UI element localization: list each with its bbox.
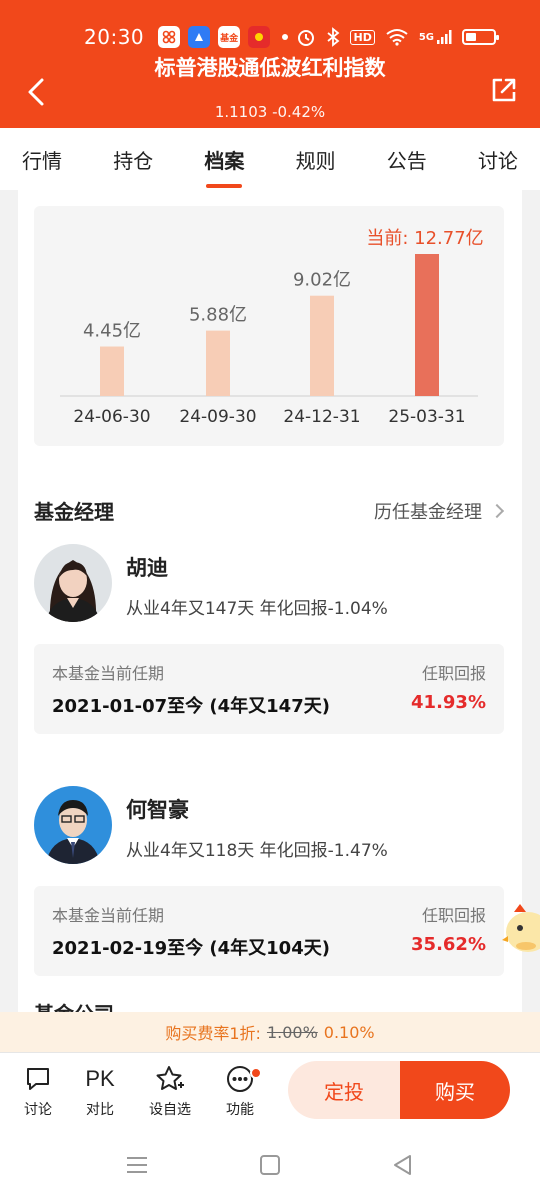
tab-rules[interactable]: 规则 bbox=[292, 139, 340, 180]
fund-size-chart-svg: 4.45亿 24-06-30 5.88亿 24-09-30 9.02亿 24-12-31 当… bbox=[60, 228, 484, 427]
history-managers-label: 历任基金经理 bbox=[374, 502, 482, 523]
fee-banner: 购买费率1折: 1.00% 0.10% bbox=[0, 1012, 540, 1052]
manager-experience: 从业4年又118天 年化回报-1.47% bbox=[126, 841, 388, 861]
fee-label: 购买费率1折: bbox=[165, 1024, 261, 1043]
mascot-float-icon[interactable] bbox=[500, 898, 540, 962]
compare-button[interactable]: PK 对比 bbox=[70, 1063, 130, 1119]
chart-bar bbox=[206, 330, 230, 396]
managers-section-title: 基金经理 bbox=[34, 500, 114, 524]
chart-value-label: 4.45亿 bbox=[83, 321, 141, 342]
discuss-label: 讨论 bbox=[24, 1102, 52, 1118]
manager-card[interactable]: 胡迪 从业4年又147天 年化回报-1.04% 本基金当前任期 2021-01-… bbox=[34, 544, 506, 734]
blue-app-icon bbox=[188, 26, 211, 48]
chevron-right-icon bbox=[489, 503, 505, 519]
cellular-signal-icon: 5G bbox=[419, 29, 452, 45]
fund-nav-change: 1.1103 -0.42% bbox=[214, 103, 326, 121]
tenure-period: 2021-01-07至今 (4年又147天) bbox=[52, 696, 330, 717]
share-button[interactable] bbox=[488, 74, 520, 106]
network-type: 5G bbox=[418, 31, 434, 43]
hd-icon: HD bbox=[350, 29, 375, 45]
home-nav-button[interactable] bbox=[255, 1150, 285, 1180]
functions-button[interactable]: 功能 bbox=[210, 1063, 270, 1119]
status-time: 20:30 bbox=[84, 25, 145, 49]
notification-badge bbox=[250, 1067, 262, 1079]
tab-profile[interactable]: 档案 bbox=[200, 139, 248, 180]
tenure-return-label: 任职回报 bbox=[421, 906, 486, 925]
auto-invest-button[interactable]: 定投 bbox=[288, 1061, 400, 1119]
manager-card[interactable]: 何智豪 从业4年又118天 年化回报-1.47% 本基金当前任期 2021-02… bbox=[34, 786, 506, 976]
tenure-return-value: 41.93% bbox=[411, 692, 486, 713]
bluetooth-icon bbox=[326, 27, 340, 47]
fund-company-title: 基金公司 bbox=[34, 998, 114, 1012]
status-system-icons: HD 5G bbox=[296, 27, 499, 47]
chat-bubble-icon bbox=[8, 1063, 68, 1095]
chart-tick-label: 24-12-31 bbox=[283, 407, 360, 427]
red-app-icon bbox=[248, 26, 271, 48]
chart-bar bbox=[100, 346, 124, 396]
fund-title: 标普港股通低波红利指数 bbox=[154, 56, 386, 80]
header: 20:30 基金 HD 5G 标普港股通低波红利指数 1.1103 -0.42% bbox=[0, 0, 540, 128]
manager-avatar bbox=[34, 544, 112, 622]
tenure-return-label: 任职回报 bbox=[421, 664, 486, 683]
profile-content: 4.45亿 24-06-30 5.88亿 24-09-30 9.02亿 24-12-31 当… bbox=[18, 190, 522, 1012]
more-dots-icon bbox=[210, 1063, 270, 1095]
back-triangle-icon bbox=[394, 1155, 411, 1175]
bottom-action-bar: 讨论 PK 对比 设自选 功能 定投 购买 bbox=[0, 1052, 540, 1128]
home-square-icon bbox=[260, 1155, 280, 1175]
add-watchlist-button[interactable]: 设自选 bbox=[140, 1063, 200, 1119]
battery-icon bbox=[462, 29, 499, 45]
tenure-label: 本基金当前任期 bbox=[52, 906, 165, 925]
wifi-icon bbox=[385, 28, 409, 46]
discuss-button[interactable]: 讨论 bbox=[8, 1063, 68, 1119]
chart-value-label: 当前: 12.77亿 bbox=[366, 228, 483, 249]
system-nav-bar bbox=[0, 1128, 540, 1200]
manager-name: 胡迪 bbox=[126, 556, 168, 580]
tab-market[interactable]: 行情 bbox=[18, 139, 66, 180]
tenure-box: 本基金当前任期 2021-01-07至今 (4年又147天) 任职回报 41.9… bbox=[34, 644, 504, 734]
tab-holdings[interactable]: 持仓 bbox=[109, 139, 157, 180]
fee-original: 1.00% bbox=[266, 1022, 318, 1042]
manager-avatar bbox=[34, 786, 112, 864]
tenure-label: 本基金当前任期 bbox=[52, 664, 165, 683]
tenure-return-value: 35.62% bbox=[411, 934, 486, 955]
tab-discussion[interactable]: 讨论 bbox=[474, 139, 522, 180]
status-app-icons: 基金 bbox=[158, 26, 289, 48]
buy-button[interactable]: 购买 bbox=[400, 1061, 510, 1119]
alarm-icon bbox=[296, 27, 316, 47]
fee-discounted: 0.10% bbox=[323, 1022, 375, 1042]
history-managers-link[interactable]: 历任基金经理 bbox=[374, 498, 505, 524]
notification-dot-icon bbox=[282, 34, 289, 40]
chart-bar bbox=[415, 254, 439, 396]
tenure-box: 本基金当前任期 2021-02-19至今 (4年又104天) 任职回报 35.6… bbox=[34, 886, 504, 976]
chart-tick-label: 25-03-31 bbox=[388, 407, 465, 427]
status-bar: 20:30 基金 HD 5G bbox=[84, 22, 499, 52]
chart-bar bbox=[310, 295, 334, 396]
functions-label: 功能 bbox=[226, 1102, 254, 1118]
chart-value-label: 5.88亿 bbox=[189, 305, 247, 326]
fund-app-icon: 基金 bbox=[218, 26, 241, 48]
menu-nav-button[interactable] bbox=[122, 1150, 152, 1180]
chart-value-label: 9.02亿 bbox=[293, 270, 351, 291]
fund-size-chart: 4.45亿 24-06-30 5.88亿 24-09-30 9.02亿 24-12-31 当… bbox=[34, 206, 504, 446]
manager-experience: 从业4年又147天 年化回报-1.04% bbox=[126, 599, 388, 619]
watchlist-label: 设自选 bbox=[149, 1102, 191, 1118]
pk-icon: PK bbox=[70, 1063, 130, 1095]
tab-bar: 行情 持仓 档案 规则 公告 讨论 bbox=[0, 128, 540, 190]
tenure-period: 2021-02-19至今 (4年又104天) bbox=[52, 938, 330, 959]
pk-icon-text: PK bbox=[85, 1066, 115, 1091]
star-add-icon bbox=[140, 1063, 200, 1095]
back-nav-button[interactable] bbox=[388, 1150, 418, 1180]
share-external-icon bbox=[492, 78, 516, 102]
compare-label: 对比 bbox=[86, 1102, 114, 1118]
tab-announcements[interactable]: 公告 bbox=[383, 139, 431, 180]
menu-lines-icon bbox=[127, 1157, 147, 1173]
shortcut-app-icon bbox=[158, 26, 181, 48]
chart-tick-label: 24-06-30 bbox=[73, 407, 150, 427]
manager-name: 何智豪 bbox=[126, 798, 189, 822]
chart-tick-label: 24-09-30 bbox=[179, 407, 256, 427]
